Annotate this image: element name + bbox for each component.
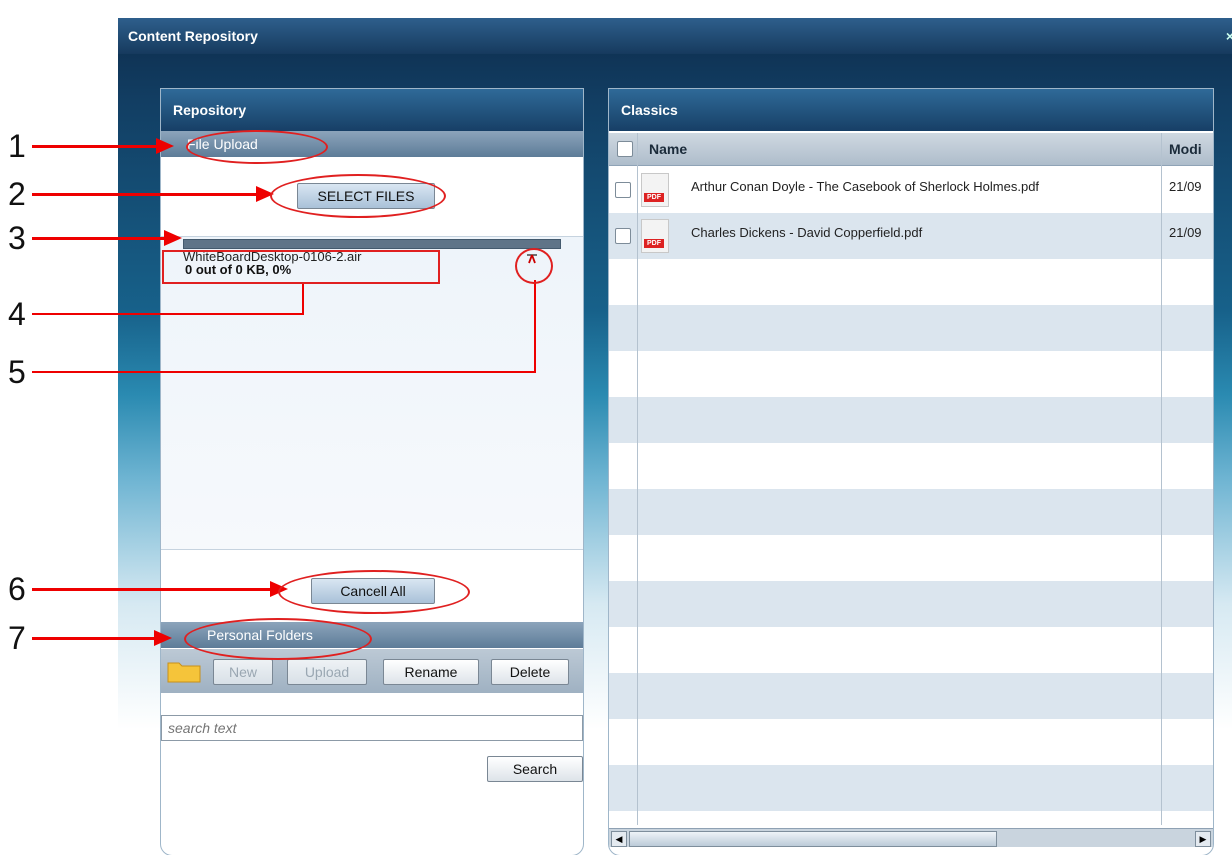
annotation-arrow-2 [32,193,258,196]
annotation-leader-4 [32,313,304,315]
annotation-highlight-cancel-icon [515,248,553,284]
annotation-leader-5 [32,371,536,373]
close-icon[interactable]: × [1216,18,1232,54]
annotation-leader-4-vertical [302,282,304,315]
annotation-number-1: 1 [8,128,26,164]
empty-row [609,489,1213,535]
annotation-highlight-cancel-all [278,570,470,614]
empty-row [609,259,1213,305]
classics-panel: Classics Name Modi PDF Arthur Conan Doyl… [608,88,1214,855]
annotation-arrowhead-7 [154,630,172,646]
annotation-highlight-select-files [270,174,446,218]
empty-row [609,305,1213,351]
annotation-highlight-personal-folders [184,618,372,660]
scroll-left-arrow[interactable]: ◀ [611,831,627,847]
window-title: Content Repository [128,28,258,44]
annotation-highlight-upload-item [162,250,440,284]
scroll-thumb[interactable] [629,831,997,847]
classics-header: Classics [609,89,1213,131]
rename-button[interactable]: Rename [383,659,479,685]
annotation-number-3: 3 [8,220,26,256]
upload-progress-bar [183,239,561,249]
annotation-arrowhead-3 [164,230,182,246]
horizontal-scrollbar[interactable]: ◀ ▶ [609,828,1213,847]
file-modified: 21/09 [1169,179,1202,194]
annotation-number-2: 2 [8,176,26,212]
empty-row [609,443,1213,489]
empty-row [609,351,1213,397]
row-checkbox[interactable] [615,182,631,198]
annotation-arrow-3 [32,237,166,240]
file-name: Arthur Conan Doyle - The Casebook of She… [691,179,1040,194]
search-button[interactable]: Search [487,756,583,782]
empty-row [609,535,1213,581]
select-all-checkbox[interactable] [617,141,633,157]
annotation-arrow-7 [32,637,156,640]
annotation-number-4: 4 [8,296,26,332]
annotation-arrow-1 [32,145,160,148]
annotation-number-7: 7 [8,620,26,656]
folder-icon [167,659,201,683]
file-list-header: Name Modi [609,133,1213,166]
empty-row [609,627,1213,673]
file-name: Charles Dickens - David Copperfield.pdf [691,225,923,240]
file-row[interactable]: PDF Arthur Conan Doyle - The Casebook of… [609,167,1213,213]
pdf-file-icon: PDF [641,219,669,253]
empty-row [609,581,1213,627]
annotation-leader-5-vertical [534,280,536,373]
annotation-arrow-6 [32,588,272,591]
window-titlebar: Content Repository × [118,18,1232,54]
annotation-arrowhead-1 [156,138,174,154]
row-checkbox[interactable] [615,228,631,244]
annotation-number-5: 5 [8,354,26,390]
column-divider [1161,133,1162,825]
file-modified: 21/09 [1169,225,1202,240]
column-header-modified[interactable]: Modi [1169,141,1202,157]
empty-row [609,673,1213,719]
annotation-number-6: 6 [8,571,26,607]
empty-row [609,397,1213,443]
annotation-highlight-file-upload [186,130,328,164]
upload-button[interactable]: Upload [287,659,367,685]
scroll-right-arrow[interactable]: ▶ [1195,831,1211,847]
column-header-name[interactable]: Name [649,141,687,157]
repository-header: Repository [161,89,583,131]
column-divider [637,133,638,825]
file-row[interactable]: PDF Charles Dickens - David Copperfield.… [609,213,1213,259]
empty-row [609,719,1213,765]
new-folder-button[interactable]: New [213,659,273,685]
pdf-file-icon: PDF [641,173,669,207]
empty-row [609,765,1213,811]
delete-button[interactable]: Delete [491,659,569,685]
search-input[interactable] [161,715,583,741]
